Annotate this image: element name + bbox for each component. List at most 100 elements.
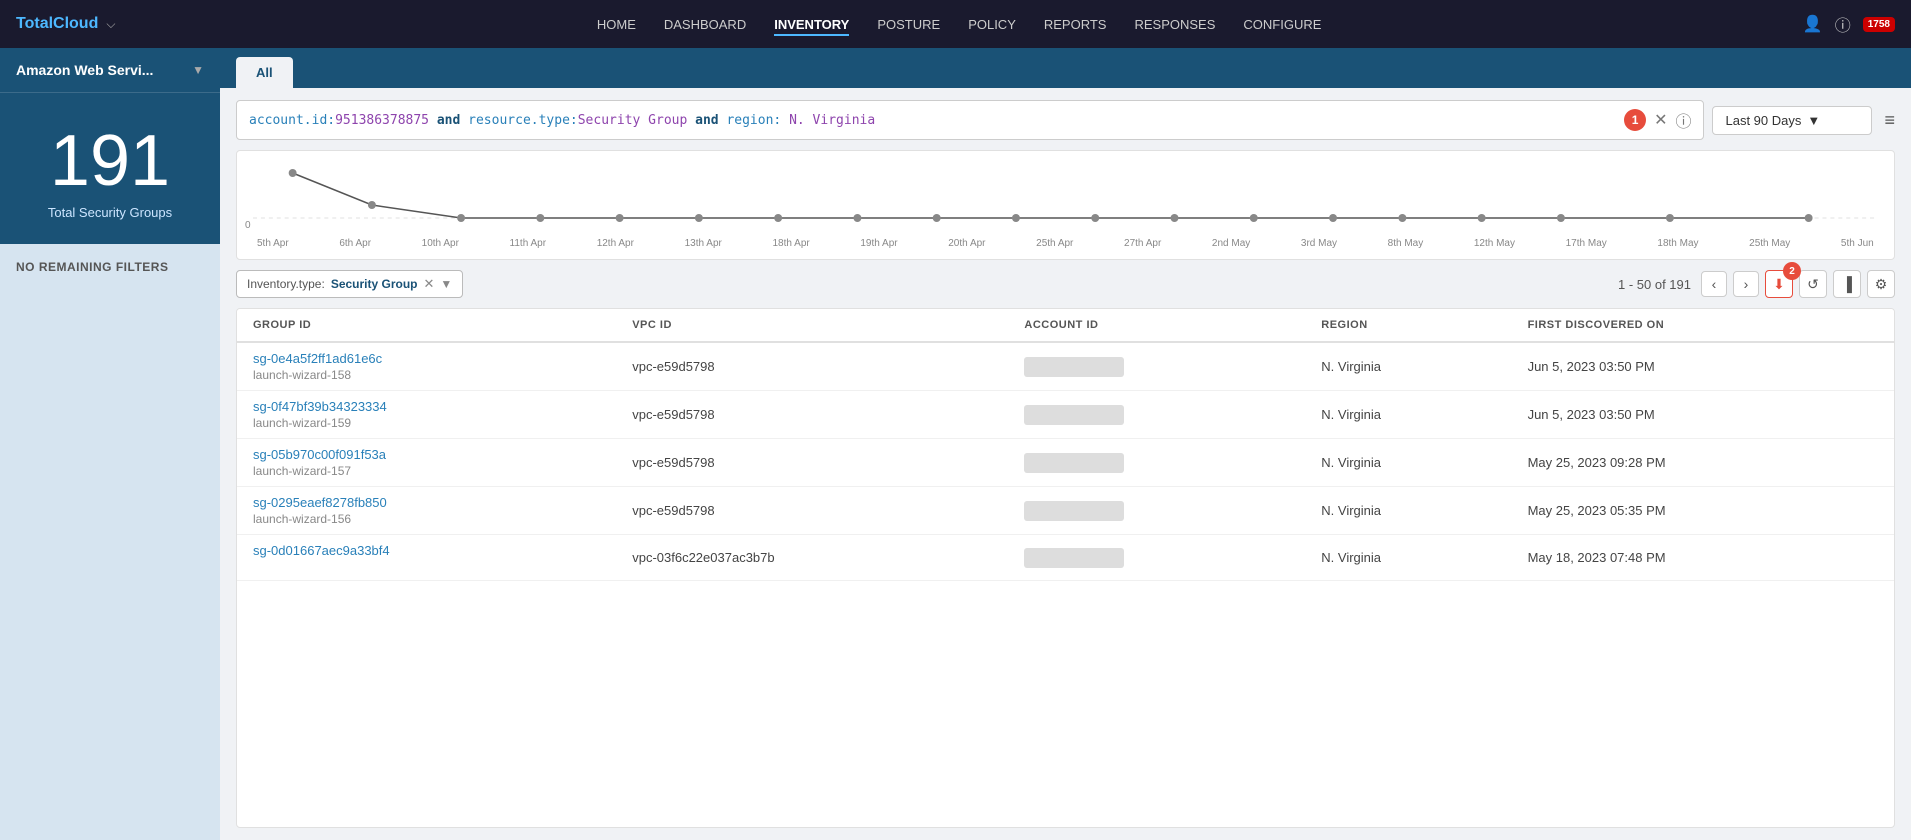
- account-id-redacted: [1024, 548, 1124, 568]
- table-wrapper: GROUP ID VPC ID ACCOUNT ID REGION FIRST …: [236, 308, 1895, 828]
- user-icon[interactable]: 👤: [1803, 14, 1823, 34]
- notification-badge[interactable]: 1758: [1863, 17, 1895, 32]
- nav-item-posture[interactable]: POSTURE: [877, 13, 940, 36]
- chart-svg: [253, 163, 1878, 233]
- region-cell: N. Virginia: [1305, 391, 1511, 439]
- sidebar-count-label: Total Security Groups: [48, 205, 172, 220]
- tab-all[interactable]: All: [236, 57, 293, 88]
- table-row: sg-05b970c00f091f53a launch-wizard-157 v…: [237, 439, 1894, 487]
- group-sub-label: launch-wizard-159: [237, 416, 616, 438]
- sidebar-count-number: 191: [50, 125, 170, 197]
- col-discovered: FIRST DISCOVERED ON: [1512, 309, 1894, 342]
- filter-tag-value: Security Group: [331, 277, 418, 291]
- group-sub-label: launch-wizard-158: [237, 368, 616, 390]
- group-sub-label: launch-wizard-157: [237, 464, 616, 486]
- region-cell: N. Virginia: [1305, 342, 1511, 391]
- filter-tag-expand-icon[interactable]: ▼: [440, 277, 452, 291]
- nav-item-responses[interactable]: RESPONSES: [1134, 13, 1215, 36]
- account-id-redacted: [1024, 405, 1124, 425]
- date-range-selector[interactable]: Last 90 Days ▼: [1712, 106, 1872, 135]
- discovered-cell: Jun 5, 2023 03:50 PM: [1512, 342, 1894, 391]
- group-id-link[interactable]: sg-0d01667aec9a33bf4: [253, 543, 390, 558]
- search-box[interactable]: account.id:951386378875 and resource.typ…: [236, 100, 1704, 140]
- query-and-2: and: [687, 113, 726, 128]
- col-account-id: ACCOUNT ID: [1008, 309, 1305, 342]
- query-key-account: account.id:: [249, 113, 335, 128]
- table-row: sg-0f47bf39b34323334 launch-wizard-159 v…: [237, 391, 1894, 439]
- nav-item-policy[interactable]: POLICY: [968, 13, 1016, 36]
- chart-x-labels: 5th Apr6th Apr10th Apr11th Apr12th Apr13…: [253, 238, 1878, 249]
- col-region: REGION: [1305, 309, 1511, 342]
- search-actions: 1 ✕ ⓘ: [1624, 108, 1691, 132]
- nav-item-reports[interactable]: REPORTS: [1044, 13, 1107, 36]
- filter-tag-inventory[interactable]: Inventory.type: Security Group ✕ ▼: [236, 270, 463, 298]
- date-range-caret-icon: ▼: [1807, 113, 1820, 128]
- chart-container: 0: [236, 150, 1895, 260]
- settings-button[interactable]: ⚙: [1867, 270, 1895, 298]
- brand-caret-icon[interactable]: ⌵: [106, 17, 115, 32]
- chart-x-label: 11th Apr: [510, 238, 547, 249]
- pagination-count: 1 - 50 of 191: [1618, 277, 1691, 292]
- group-id-link[interactable]: sg-0e4a5f2ff1ad61e6c: [253, 351, 382, 366]
- pagination-prev-button[interactable]: ‹: [1701, 271, 1727, 297]
- chart-x-label: 3rd May: [1301, 238, 1337, 249]
- chart-x-label: 8th May: [1388, 238, 1424, 249]
- group-id-link[interactable]: sg-0f47bf39b34323334: [253, 399, 387, 414]
- region-cell: N. Virginia: [1305, 535, 1511, 581]
- nav-item-home[interactable]: HOME: [597, 13, 636, 36]
- region-cell: N. Virginia: [1305, 439, 1511, 487]
- account-id-cell: [1008, 391, 1305, 439]
- chart-x-label: 13th Apr: [685, 238, 722, 249]
- query-key-resource: resource.type:: [468, 113, 578, 128]
- search-help-icon[interactable]: ⓘ: [1675, 108, 1691, 132]
- region-cell: N. Virginia: [1305, 487, 1511, 535]
- chart-toggle-button[interactable]: ▐: [1833, 270, 1861, 298]
- sidebar-caret-icon[interactable]: ▼: [192, 63, 204, 77]
- chart-x-label: 18th Apr: [772, 238, 809, 249]
- group-id-link[interactable]: sg-0295eaef8278fb850: [253, 495, 387, 510]
- nav-item-inventory[interactable]: INVENTORY: [774, 13, 849, 36]
- brand-name[interactable]: TotalCloud: [16, 15, 98, 33]
- no-filters-label: NO REMAINING FILTERS: [16, 260, 204, 274]
- vpc-id-cell: vpc-e59d5798: [616, 391, 1008, 439]
- account-id-cell: [1008, 535, 1305, 581]
- search-query: account.id:951386378875 and resource.typ…: [249, 113, 1618, 128]
- table-header: GROUP ID VPC ID ACCOUNT ID REGION FIRST …: [237, 309, 1894, 342]
- account-id-cell: [1008, 342, 1305, 391]
- query-key-region: region:: [726, 113, 781, 128]
- refresh-button[interactable]: ↺: [1799, 270, 1827, 298]
- col-vpc-id: VPC ID: [616, 309, 1008, 342]
- nav-item-dashboard[interactable]: DASHBOARD: [664, 13, 746, 36]
- pagination-area: 1 - 50 of 191 ‹ › ⬇ 2 ↺ ▐ ⚙: [1618, 270, 1895, 298]
- download-badge: 2: [1783, 262, 1801, 280]
- account-id-redacted: [1024, 453, 1124, 473]
- filter-tag-remove-icon[interactable]: ✕: [424, 276, 435, 292]
- table-body: sg-0e4a5f2ff1ad61e6c launch-wizard-158 v…: [237, 342, 1894, 581]
- query-and-1: and: [429, 113, 468, 128]
- main-nav: HOME DASHBOARD INVENTORY POSTURE POLICY REPOR…: [597, 13, 1322, 36]
- col-group-id: GROUP ID: [237, 309, 616, 342]
- search-row: account.id:951386378875 and resource.typ…: [236, 100, 1895, 140]
- query-val-resource: Security Group: [578, 113, 688, 128]
- main-content: All account.id:951386378875 and resource…: [220, 48, 1911, 840]
- vpc-id-cell: vpc-e59d5798: [616, 439, 1008, 487]
- account-id-cell: [1008, 487, 1305, 535]
- table-row: sg-0d01667aec9a33bf4 vpc-03f6c22e037ac3b…: [237, 535, 1894, 581]
- filter-tags: Inventory.type: Security Group ✕ ▼: [236, 270, 463, 298]
- nav-item-configure[interactable]: CONFIGURE: [1243, 13, 1321, 36]
- app-body: Amazon Web Servi... ▼ 191 Total Security…: [0, 48, 1911, 840]
- group-id-link[interactable]: sg-05b970c00f091f53a: [253, 447, 386, 462]
- pagination-next-button[interactable]: ›: [1733, 271, 1759, 297]
- query-val-account: 951386378875: [335, 113, 429, 128]
- chart-x-label: 12th Apr: [597, 238, 634, 249]
- discovered-cell: Jun 5, 2023 03:50 PM: [1512, 391, 1894, 439]
- inventory-table: GROUP ID VPC ID ACCOUNT ID REGION FIRST …: [237, 309, 1894, 581]
- help-icon[interactable]: ⓘ: [1835, 12, 1851, 36]
- chart-y-label: 0: [245, 220, 251, 231]
- sidebar-account-header[interactable]: Amazon Web Servi... ▼: [0, 48, 220, 93]
- search-clear-icon[interactable]: ✕: [1654, 110, 1667, 130]
- sidebar-filters: NO REMAINING FILTERS: [0, 244, 220, 840]
- menu-lines-icon[interactable]: ≡: [1884, 110, 1895, 131]
- query-val-region: N. Virginia: [781, 113, 875, 128]
- top-navigation: TotalCloud ⌵ HOME DASHBOARD INVENTORY POSTU…: [0, 0, 1911, 48]
